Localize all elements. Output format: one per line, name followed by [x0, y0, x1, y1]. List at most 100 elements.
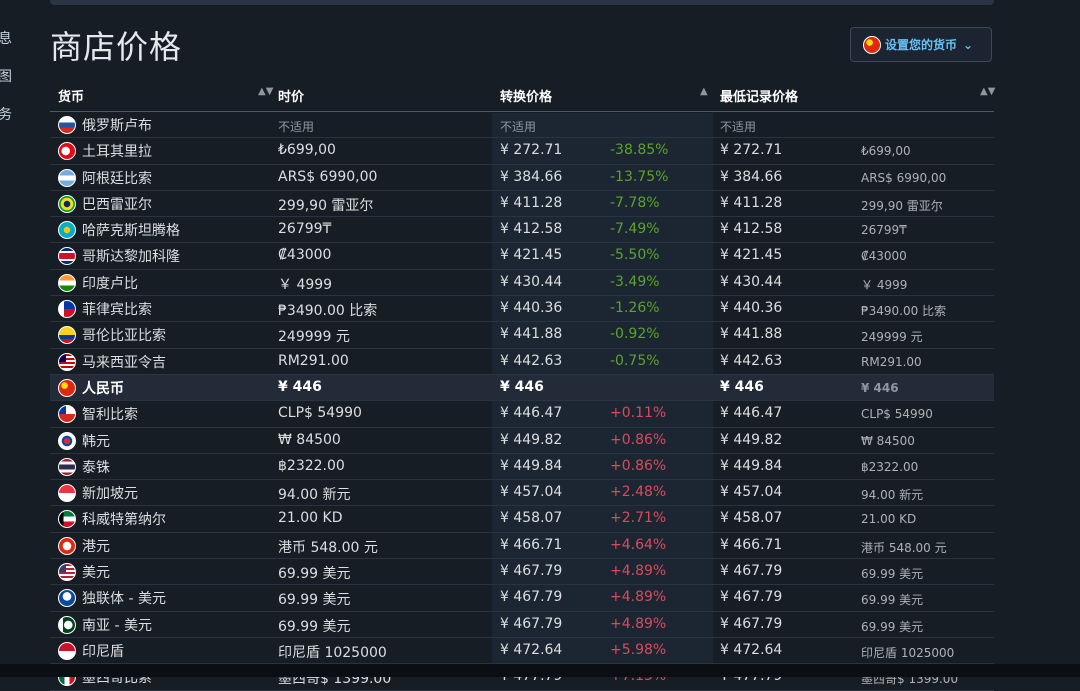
kw-flag-icon: [58, 510, 76, 529]
current-price: 69.99 美元: [278, 592, 351, 609]
converted-price: ¥ 467.79: [500, 563, 563, 580]
cn-flag-icon: [58, 378, 76, 397]
currency-cell: 马来西亚令吉: [58, 352, 166, 372]
lowest-price: 不适用: [720, 120, 757, 134]
cl-flag-icon: [58, 405, 76, 424]
current-price: ARS$ 6990,00: [278, 168, 378, 185]
currency-name: 科威特第纳尔: [82, 512, 166, 529]
table-row: 哥伦比亚比索 249999 元 ¥ 441.88 -0.92% ¥ 441.88 2499…: [50, 322, 994, 349]
currency-name: 新加坡元: [82, 486, 138, 503]
currency-name: 独联体 - 美元: [82, 591, 166, 608]
lowest-price: ¥ 412.58: [720, 221, 783, 238]
left-nav-item[interactable]: 务: [0, 104, 12, 124]
lowest-original-price: ￥ 4999: [861, 277, 908, 292]
currency-name: 韩元: [82, 433, 110, 450]
currency-name: 印度卢比: [82, 275, 138, 292]
taskbar: [0, 664, 1080, 677]
current-price: 港币 548.00 元: [278, 539, 378, 556]
kr-flag-icon: [58, 431, 76, 450]
kz-flag-icon: [58, 221, 76, 240]
cis-flag-icon: [58, 589, 76, 608]
current-price: CLP$ 54990: [278, 405, 362, 422]
china-flag-icon: [863, 35, 881, 54]
sort-asc-icon[interactable]: ▲: [700, 86, 708, 97]
currency-name: 菲律宾比索: [82, 302, 152, 319]
table-row: 马来西亚令吉 RM291.00 ¥ 442.63 -0.75% ¥ 442.63 RM29…: [50, 349, 994, 375]
currency-cell: 哥斯达黎加科隆: [58, 246, 180, 266]
table-row: 泰铢 ฿2322.00 ¥ 449.84 +0.86% ¥ 449.84 ฿2322.00: [50, 454, 994, 481]
current-price: 69.99 美元: [278, 566, 351, 583]
current-price: 21.00 KD: [278, 510, 343, 527]
lowest-original-price: ₱3490.00 比索: [861, 304, 947, 319]
us-flag-icon: [58, 563, 76, 582]
sort-icon[interactable]: ▲▼: [258, 86, 273, 97]
price-table: 货币 ▲▼ 时价 转换价格 ▲ 最低记录价格 ▲▼ 俄罗斯卢布 不适用 不适用 不适用…: [50, 80, 995, 691]
current-price: 249999 元: [278, 329, 350, 346]
top-bar: [50, 0, 994, 5]
left-nav-item[interactable]: 图: [0, 66, 12, 86]
price-diff: -7.49%: [610, 221, 660, 238]
current-price: 不适用: [278, 120, 315, 134]
converted-price: ¥ 458.07: [500, 510, 563, 527]
lowest-price: ¥ 472.64: [720, 641, 783, 658]
current-price: 299,90 雷亚尔: [278, 197, 374, 214]
currency-name: 泰铢: [82, 459, 110, 476]
header-converted[interactable]: 转换价格: [500, 86, 552, 105]
converted-price: ¥ 467.79: [500, 589, 563, 606]
header-currency[interactable]: 货币: [58, 86, 84, 105]
current-price: ₩ 84500: [278, 431, 341, 448]
price-diff: -7.78%: [610, 194, 660, 211]
table-row: 新加坡元 94.00 新元 ¥ 457.04 +2.48% ¥ 457.04 94.00 …: [50, 480, 994, 507]
currency-cell: 韩元: [58, 431, 110, 451]
currency-cell: 俄罗斯卢布: [58, 115, 152, 135]
converted-price: ¥ 384.66: [500, 168, 563, 185]
table-row: 印尼盾 印尼盾 1025000 ¥ 472.64 +5.98% ¥ 472.64 印尼盾 …: [50, 638, 994, 665]
converted-price: ¥ 449.82: [500, 431, 563, 448]
current-price: ₱3490.00 比索: [278, 303, 378, 320]
my-flag-icon: [58, 352, 76, 371]
currency-name: 哈萨克斯坦腾格: [82, 223, 180, 240]
price-diff: +2.71%: [610, 510, 667, 527]
currency-cell: 印度卢比: [58, 273, 138, 293]
br-flag-icon: [58, 194, 76, 213]
table-row: 哈萨克斯坦腾格 26799₸ ¥ 412.58 -7.49% ¥ 412.58 26799…: [50, 217, 994, 244]
currency-cell: 土耳其里拉: [58, 141, 152, 161]
table-row: 阿根廷比索 ARS$ 6990,00 ¥ 384.66 -13.75% ¥ 384.66…: [50, 165, 994, 191]
current-price: 69.99 美元: [278, 618, 351, 635]
page-title: 商店价格: [50, 28, 183, 66]
table-row: 科威特第纳尔 21.00 KD ¥ 458.07 +2.71% ¥ 458.07 21.0…: [50, 506, 994, 533]
table-body: 俄罗斯卢布 不适用 不适用 不适用 土耳其里拉 ₺699,00 ¥ 272.71 -38.85…: [50, 112, 994, 691]
currency-cell: 巴西雷亚尔: [58, 194, 152, 214]
lowest-original-price: 69.99 美元: [861, 593, 924, 608]
left-nav-item[interactable]: 息: [0, 28, 12, 48]
lowest-price: ¥ 441.88: [720, 326, 783, 343]
current-price: ￥ 4999: [278, 276, 333, 293]
lowest-original-price: ₩ 84500: [861, 433, 915, 448]
price-diff: +2.48%: [610, 484, 667, 501]
ru-flag-icon: [58, 116, 76, 134]
currency-cell: 智利比索: [58, 404, 138, 424]
lowest-price: ¥ 421.45: [720, 247, 783, 264]
lowest-price: ¥ 446.47: [720, 405, 783, 422]
converted-price: ¥ 412.58: [500, 221, 563, 238]
lowest-original-price: ₺699,00: [861, 144, 911, 159]
table-row: 美元 69.99 美元 ¥ 467.79 +4.89% ¥ 467.79 69.99 美元: [50, 559, 994, 586]
set-currency-button[interactable]: 设置您的货币 ⌄: [850, 27, 992, 62]
price-diff: +0.86%: [610, 431, 667, 448]
hk-flag-icon: [58, 536, 76, 555]
cr-flag-icon: [58, 247, 76, 266]
price-diff: +4.89%: [610, 563, 667, 580]
header-price[interactable]: 时价: [278, 86, 304, 105]
price-diff: -0.92%: [610, 326, 660, 343]
lowest-original-price: 299,90 雷亚尔: [861, 198, 943, 213]
lowest-price: ¥ 384.66: [720, 168, 783, 185]
currency-name: 俄罗斯卢布: [82, 118, 152, 134]
header-lowest[interactable]: 最低记录价格: [720, 86, 798, 105]
table-row: 韩元 ₩ 84500 ¥ 449.82 +0.86% ¥ 449.82 ₩ 84500: [50, 428, 994, 454]
currency-cell: 哥伦比亚比索: [58, 325, 166, 345]
currency-name: 哥斯达黎加科隆: [82, 249, 180, 266]
currency-cell: 人民币: [58, 378, 124, 398]
table-row: 土耳其里拉 ₺699,00 ¥ 272.71 -38.85% ¥ 272.71 ₺699,…: [50, 138, 994, 165]
currency-name: 土耳其里拉: [82, 144, 152, 161]
sort-icon[interactable]: ▲▼: [980, 86, 995, 97]
